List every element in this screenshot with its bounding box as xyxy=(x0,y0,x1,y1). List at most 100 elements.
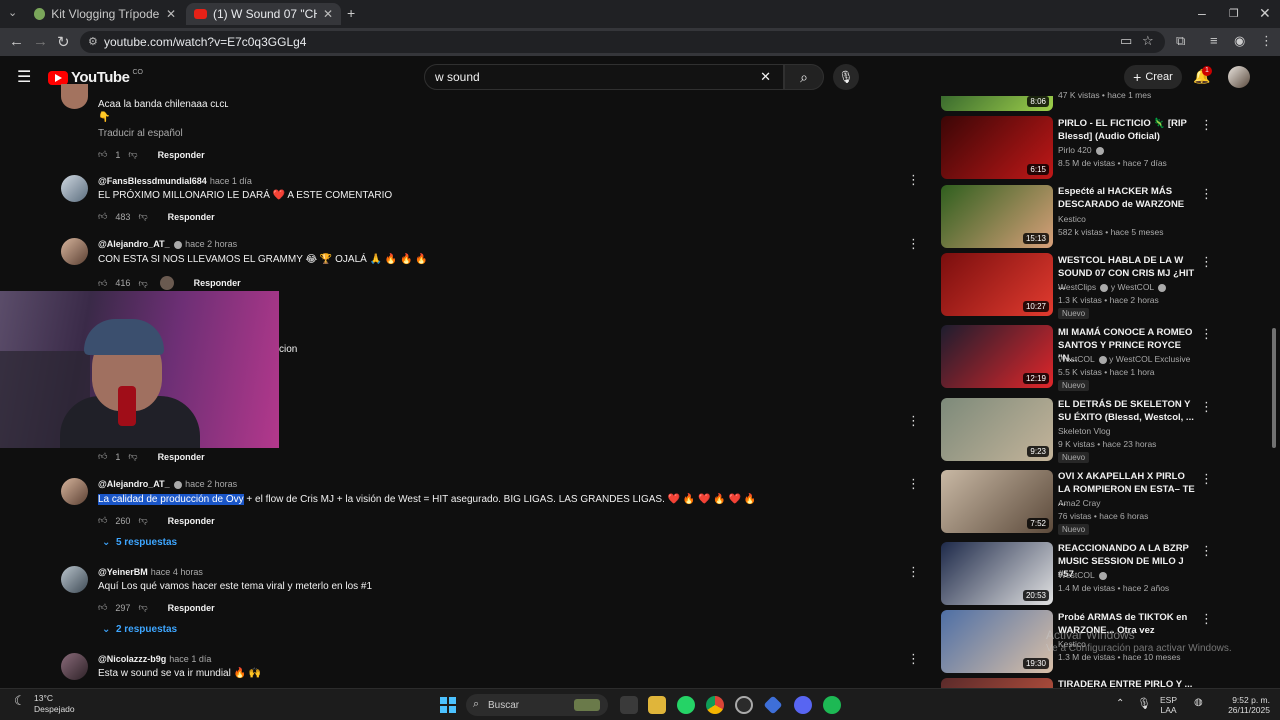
like-icon[interactable]: 👍︎ xyxy=(98,211,107,222)
obs-icon[interactable] xyxy=(735,696,753,714)
video-channel[interactable]: Pirlo 420 xyxy=(1058,145,1104,155)
video-menu-icon[interactable]: ⋮ xyxy=(1200,399,1213,415)
network-icon[interactable]: ◍ xyxy=(1194,697,1203,708)
comment-avatar[interactable] xyxy=(61,175,88,202)
back-icon[interactable]: ← xyxy=(9,33,24,50)
video-thumbnail[interactable]: 6:15 xyxy=(941,116,1053,179)
chrome-icon[interactable] xyxy=(706,696,724,714)
tab-kit-vlogging[interactable]: Kit Vlogging Trípode Estabilizador ✕ xyxy=(26,3,184,25)
profile-icon[interactable]: ◉ xyxy=(1234,33,1245,49)
video-thumbnail[interactable]: 9:23 xyxy=(941,398,1053,461)
video-thumbnail[interactable]: 10:27 xyxy=(941,253,1053,316)
show-replies-button[interactable]: ⌄ 5 respuestas xyxy=(102,537,177,548)
taskbar-search[interactable]: ⌕ Buscar xyxy=(466,694,608,716)
comment-avatar[interactable] xyxy=(61,478,88,505)
video-thumbnail[interactable]: 15:13 xyxy=(941,185,1053,248)
account-avatar[interactable] xyxy=(1228,66,1250,88)
menu-icon[interactable]: ☰ xyxy=(17,67,31,87)
reload-icon[interactable]: ↻ xyxy=(57,33,70,51)
search-button[interactable]: ⌕ xyxy=(784,64,824,90)
comment-avatar[interactable] xyxy=(61,566,88,593)
reply-button[interactable]: Responder xyxy=(194,278,241,288)
comment-author[interactable]: @FansBlessdmundial684 hace 1 día xyxy=(98,176,252,186)
video-channel[interactable]: Ama2 Cray xyxy=(1058,498,1101,508)
close-tab-icon[interactable]: ✕ xyxy=(166,7,176,21)
video-menu-icon[interactable]: ⋮ xyxy=(1200,186,1213,202)
app-icon[interactable] xyxy=(763,695,783,715)
dislike-icon[interactable]: 👎︎ xyxy=(138,602,147,613)
video-thumbnail[interactable] xyxy=(941,678,1053,688)
dislike-icon[interactable]: 👎︎ xyxy=(128,451,137,462)
spotify-icon[interactable] xyxy=(823,696,841,714)
comment-avatar[interactable] xyxy=(61,653,88,680)
clear-search-icon[interactable]: ✕ xyxy=(760,69,771,85)
chrome-menu-icon[interactable]: ⋮ xyxy=(1260,33,1273,49)
video-thumbnail[interactable]: 19:30 xyxy=(941,610,1053,673)
translate-link[interactable]: Traducir al español xyxy=(98,128,183,139)
extensions-icon[interactable]: ⧉ xyxy=(1176,33,1185,49)
tray-chevron-icon[interactable]: ⌃ xyxy=(1116,698,1124,709)
comment-author[interactable]: @Nicolazzz-b9g hace 1 día xyxy=(98,654,211,664)
comment-avatar[interactable] xyxy=(61,238,88,265)
comment-avatar[interactable] xyxy=(61,84,88,109)
cast-icon[interactable]: ▭ xyxy=(1120,33,1132,49)
video-channel[interactable]: WestCOL xyxy=(1058,570,1107,580)
site-info-icon[interactable]: ⚙ xyxy=(88,35,98,48)
comment-author[interactable]: @YeinerBM hace 4 horas xyxy=(98,567,203,577)
microphone-tray-icon[interactable]: 🎙 xyxy=(1137,697,1151,710)
video-title[interactable]: TIRADERA ENTRE PIRLO Y ... xyxy=(1058,678,1198,688)
reply-button[interactable]: Responder xyxy=(168,516,215,526)
like-icon[interactable]: 👍︎ xyxy=(98,602,107,613)
tab-list-icon[interactable]: ⌄ xyxy=(8,6,17,19)
close-window-icon[interactable]: ✕ xyxy=(1259,5,1271,22)
video-menu-icon[interactable]: ⋮ xyxy=(1200,471,1213,487)
like-icon[interactable]: 👍︎ xyxy=(98,451,107,462)
video-menu-icon[interactable]: ⋮ xyxy=(1200,611,1213,627)
video-menu-icon[interactable]: ⋮ xyxy=(1200,117,1213,133)
reply-button[interactable]: Responder xyxy=(158,150,205,160)
task-view-icon[interactable] xyxy=(620,696,638,714)
bookmark-star-icon[interactable]: ☆ xyxy=(1142,33,1154,49)
video-menu-icon[interactable]: ⋮ xyxy=(1200,326,1213,342)
video-title[interactable]: Espećté al HACKER MÁS DESCARADO de WARZO… xyxy=(1058,185,1198,211)
video-thumbnail[interactable]: 7:52 xyxy=(941,470,1053,533)
new-tab-button[interactable]: + xyxy=(347,5,355,21)
dislike-icon[interactable]: 👎︎ xyxy=(128,149,137,160)
video-thumbnail[interactable]: 20:53 xyxy=(941,542,1053,605)
dislike-icon[interactable]: 👎︎ xyxy=(138,211,147,222)
dislike-icon[interactable]: 👎︎ xyxy=(138,515,147,526)
show-replies-button[interactable]: ⌄ 2 respuestas xyxy=(102,624,177,635)
like-icon[interactable]: 👍︎ xyxy=(98,278,107,289)
comment-menu-icon[interactable]: ⋮ xyxy=(907,413,920,429)
video-menu-icon[interactable]: ⋮ xyxy=(1200,543,1213,559)
video-channel[interactable]: Kestico xyxy=(1058,214,1086,224)
reply-button[interactable]: Responder xyxy=(168,603,215,613)
video-title[interactable]: PIRLO - EL FICTICIO 🦎 [RIP Blessd] (Audi… xyxy=(1058,117,1198,143)
reply-button[interactable]: Responder xyxy=(168,212,215,222)
comment-author[interactable]: @Alejandro_AT_ hace 2 horas xyxy=(98,239,237,249)
comment-menu-icon[interactable]: ⋮ xyxy=(907,564,920,580)
address-bar[interactable]: ⚙ youtube.com/watch?v=E7c0q3GGLg4 xyxy=(80,31,1165,53)
discord-icon[interactable] xyxy=(794,696,812,714)
video-channel[interactable]: Skeleton Vlog xyxy=(1058,426,1110,436)
comment-menu-icon[interactable]: ⋮ xyxy=(907,651,920,667)
language-indicator[interactable]: ESP LAA xyxy=(1160,695,1177,715)
close-tab-icon[interactable]: ✕ xyxy=(323,7,333,21)
comment-menu-icon[interactable]: ⋮ xyxy=(907,236,920,252)
create-button[interactable]: + Crear xyxy=(1124,65,1182,89)
comment-menu-icon[interactable]: ⋮ xyxy=(907,172,920,188)
video-title[interactable]: EL DETRÁS DE SKELETON Y SU ÉXITO (Blessd… xyxy=(1058,398,1198,424)
video-menu-icon[interactable]: ⋮ xyxy=(1200,254,1213,270)
voice-search-button[interactable]: 🎙 xyxy=(833,64,859,90)
whatsapp-icon[interactable] xyxy=(677,696,695,714)
maximize-icon[interactable]: ❐ xyxy=(1229,7,1239,20)
weather-widget[interactable]: ☾ 13°C Despejado xyxy=(14,693,75,715)
windows-start-button[interactable] xyxy=(440,697,456,713)
comment-menu-icon[interactable]: ⋮ xyxy=(907,476,920,492)
video-thumbnail[interactable]: 8:06 xyxy=(941,96,1053,111)
comment-author[interactable]: @Alejandro_AT_ hace 2 horas xyxy=(98,479,237,489)
like-icon[interactable]: 👍︎ xyxy=(98,149,107,160)
file-explorer-icon[interactable] xyxy=(648,696,666,714)
forward-icon[interactable]: → xyxy=(33,33,48,50)
dislike-icon[interactable]: 👎︎ xyxy=(138,278,147,289)
